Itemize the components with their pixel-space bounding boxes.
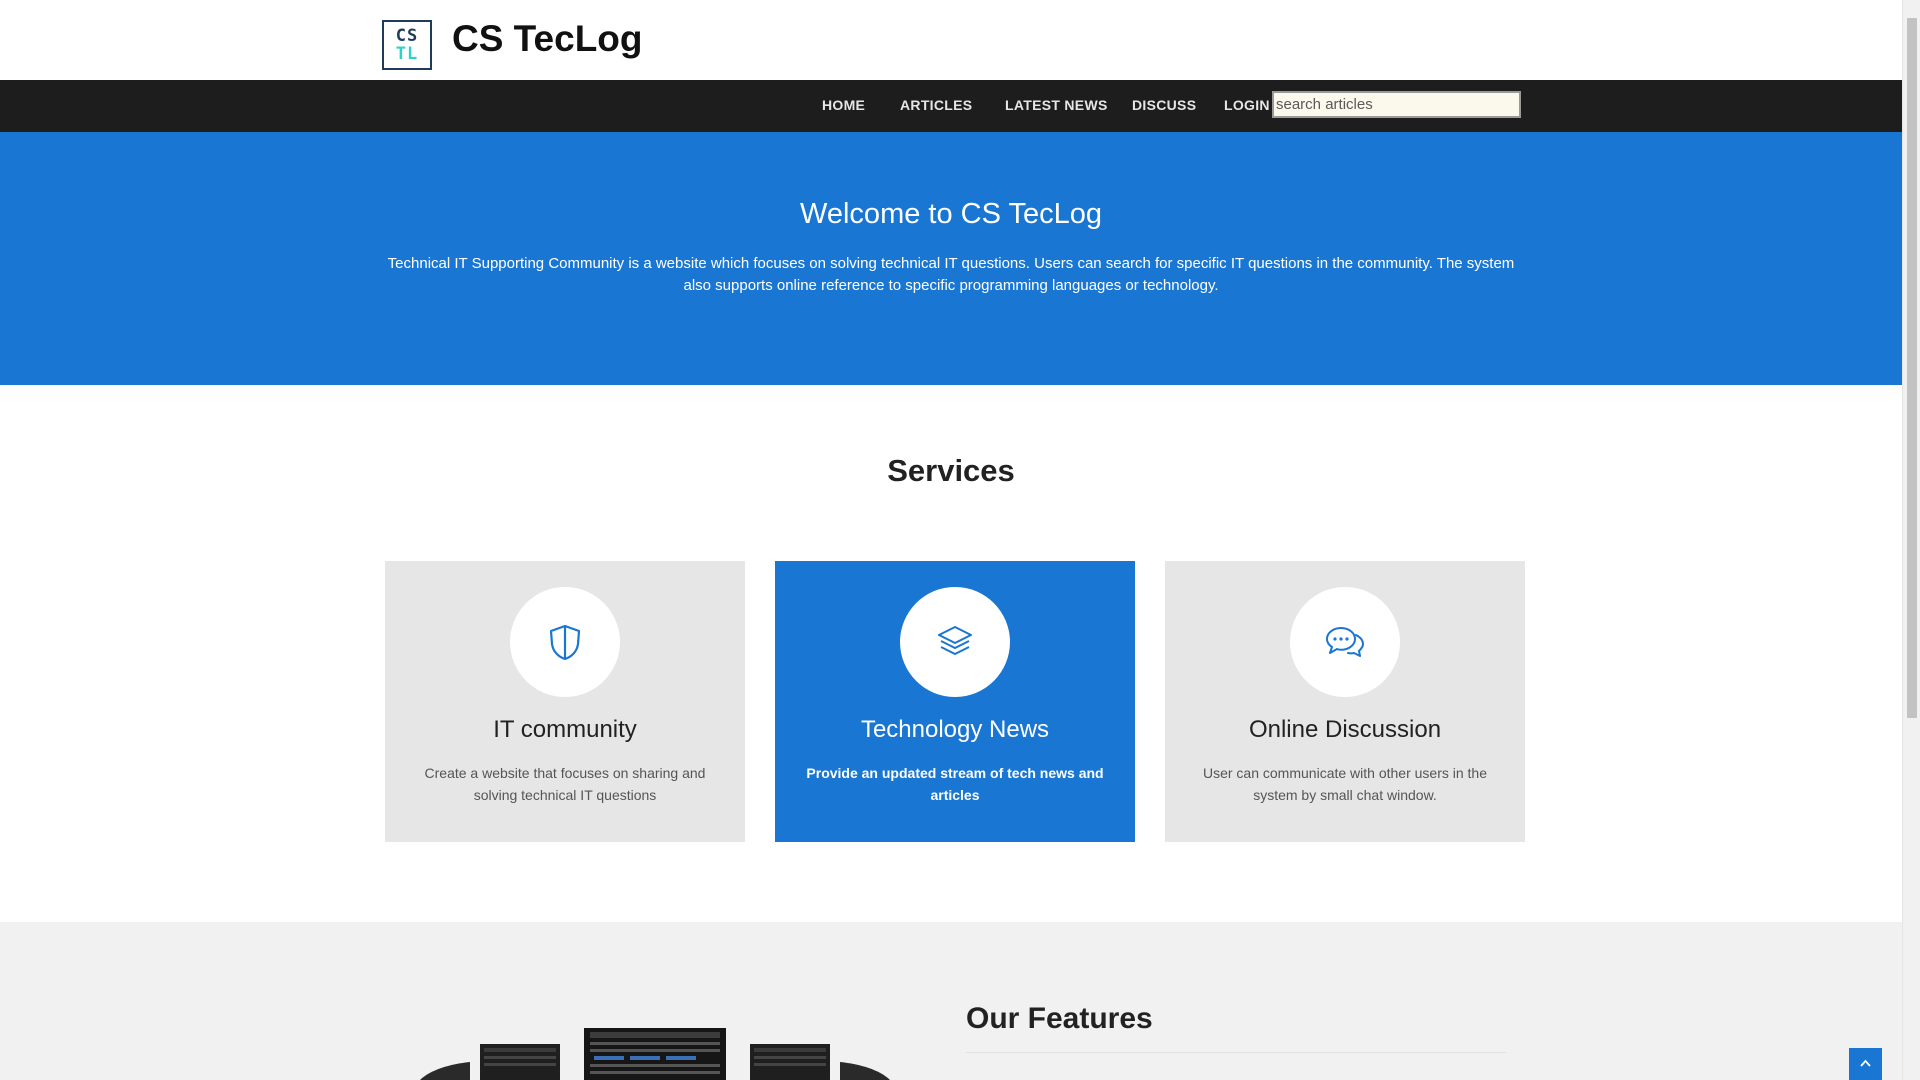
back-to-top-button[interactable] <box>1849 1048 1882 1080</box>
site-logo[interactable]: CS TL <box>382 20 432 70</box>
chevron-up-icon <box>1860 1059 1871 1067</box>
logo-text-top: CS <box>395 26 419 46</box>
main-nav: HOME ARTICLES LATEST NEWS DISCUSS LOGIN <box>0 80 1902 132</box>
service-icon-circle <box>900 587 1010 697</box>
chat-bubbles-icon <box>1326 627 1364 657</box>
brand-header: CS TL CS TecLog <box>0 0 1902 80</box>
nav-login[interactable]: LOGIN <box>1224 97 1270 113</box>
site-title[interactable]: CS TecLog <box>452 18 643 60</box>
service-card-text: Create a website that focuses on sharing… <box>424 765 706 803</box>
logo-text-bottom: TL <box>395 44 419 64</box>
service-card-text: User can communicate with other users in… <box>1202 765 1487 803</box>
services-heading: Services <box>887 453 1015 488</box>
page: CS TL CS TecLog HOME ARTICLES LATEST NEW… <box>0 0 1902 1080</box>
search-input[interactable] <box>1272 91 1521 118</box>
nav-home[interactable]: HOME <box>822 97 865 113</box>
features-divider <box>966 1052 1506 1053</box>
service-card-title: Online Discussion <box>1248 716 1442 743</box>
features-heading: Our Features <box>966 1002 1153 1035</box>
nav-articles[interactable]: ARTICLES <box>900 97 972 113</box>
features-section: Our Features <box>0 922 1902 1080</box>
service-card-it-community[interactable]: IT community Create a website that focus… <box>385 561 745 842</box>
shield-icon <box>549 624 581 661</box>
page-scrollbar[interactable] <box>1902 0 1920 1080</box>
service-card-title: IT community <box>493 716 637 743</box>
hero-banner: Welcome to CS TecLog Technical IT Suppor… <box>0 132 1902 385</box>
layers-icon <box>938 626 972 655</box>
scrollbar-thumb[interactable] <box>1907 18 1917 718</box>
service-icon-circle <box>510 587 620 697</box>
service-card-online-discussion[interactable]: Online Discussion User can communicate w… <box>1165 561 1525 842</box>
service-icon-circle <box>1290 587 1400 697</box>
nav-latest-news[interactable]: LATEST NEWS <box>1005 97 1108 113</box>
server-racks-image <box>420 1028 890 1080</box>
hero-description: Technical IT Supporting Community is a w… <box>387 255 1515 294</box>
service-card-technology-news[interactable]: Technology News Provide an updated strea… <box>775 561 1135 842</box>
service-card-title: Technology News <box>860 716 1050 743</box>
nav-discuss[interactable]: DISCUSS <box>1132 97 1196 113</box>
hero-title: Welcome to CS TecLog <box>800 198 1102 230</box>
service-card-text: Provide an updated stream of tech news a… <box>806 765 1104 803</box>
